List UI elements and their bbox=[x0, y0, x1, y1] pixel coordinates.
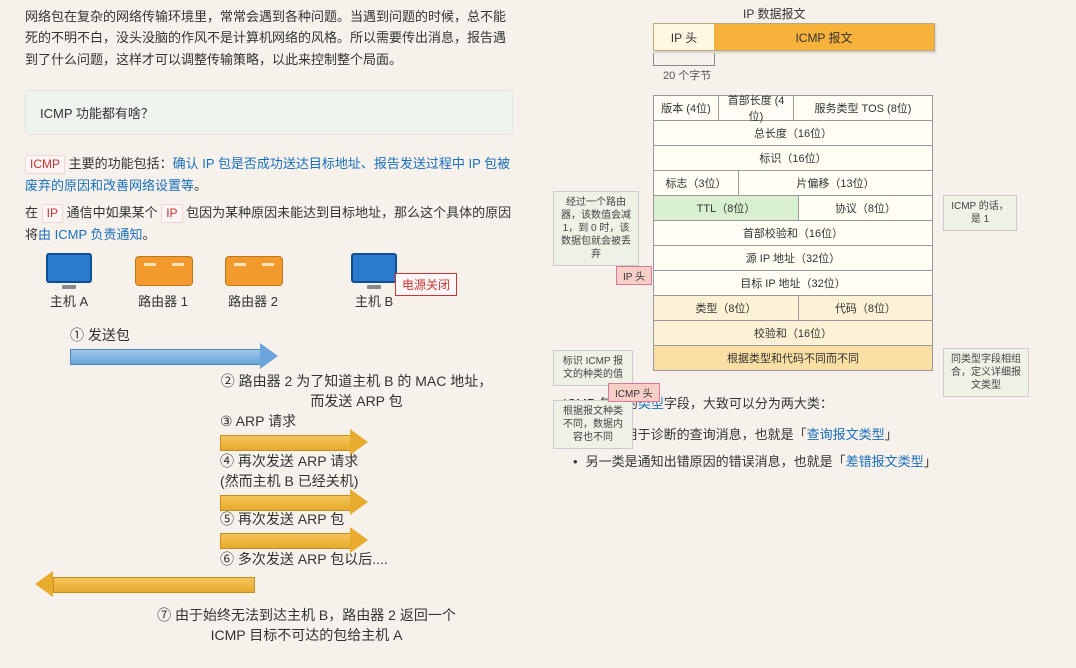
router-1-node: 路由器 1 bbox=[135, 253, 191, 310]
field-frag-offset: 片偏移（13位） bbox=[739, 171, 932, 195]
router-icon bbox=[225, 253, 281, 287]
host-a-node: 主机 A bbox=[45, 253, 93, 310]
callout-icmp-functions: ICMP 功能都有啥？ bbox=[25, 90, 513, 135]
host-b-node: 主机 B bbox=[350, 253, 398, 310]
computer-icon bbox=[350, 253, 398, 287]
power-off-tag: 电源关闭 bbox=[395, 273, 457, 296]
icmp-function-paragraph: ICMP 主要的功能包括：确认 IP 包是否成功送达目标地址、报告发送过程中 I… bbox=[25, 153, 513, 196]
brace-label: 20 个字节 bbox=[663, 67, 711, 83]
step-3-label: ③ ARP 请求 bbox=[220, 411, 513, 431]
icmp-notify-highlight: 由 ICMP 负责通知 bbox=[38, 227, 143, 242]
step-5-label: ⑤ 再次发送 ARP 包 bbox=[220, 509, 513, 529]
field-icmp-type: 类型（8位） bbox=[654, 296, 799, 320]
router-2-node: 路由器 2 bbox=[225, 253, 281, 310]
step-2-label: ② 路由器 2 为了知道主机 B 的 MAC 地址，而发送 ARP 包 bbox=[200, 371, 513, 411]
field-ttl: TTL（8位） bbox=[654, 196, 799, 220]
arrow-step3 bbox=[70, 431, 513, 453]
list-item: 一类是用于诊断的查询消息，也就是「查询报文类型」 bbox=[573, 424, 1051, 443]
step-1-label: ① 发送包 bbox=[70, 325, 513, 345]
field-icmp-checksum: 校验和（16位） bbox=[654, 321, 932, 345]
step-4-label: ④ 再次发送 ARP 请求(然而主机 B 已经关机) bbox=[220, 451, 513, 491]
icmp-flow-diagram: 主机 A 路由器 1 路由器 2 主机 B 电源关闭 ① 发送包 ② 路由器 2… bbox=[25, 253, 513, 668]
field-ihl: 首部长度 (4位) bbox=[719, 96, 794, 120]
router-icon bbox=[135, 253, 191, 287]
icmp-type-list: 一类是用于诊断的查询消息，也就是「查询报文类型」 另一类是通知出错原因的错误消息… bbox=[573, 424, 1051, 470]
arrow-step5 bbox=[70, 529, 513, 551]
error-type-link[interactable]: 差错报文类型 bbox=[846, 454, 924, 469]
field-flags: 标志（3位） bbox=[654, 171, 739, 195]
step-6-label: ⑥ 多次发送 ARP 包以后.... bbox=[220, 549, 513, 569]
field-dst-ip: 目标 IP 地址（32位） bbox=[654, 271, 932, 295]
ip-datagram-label: IP 数据报文 bbox=[743, 5, 805, 22]
arrow-step7 bbox=[35, 573, 513, 595]
note-content: 根据报文种类不同，数据内容也不同 bbox=[553, 400, 633, 449]
tag-ip-header: IP 头 bbox=[616, 266, 652, 285]
field-protocol: 协议（8位） bbox=[799, 196, 932, 220]
note-protocol: ICMP 的话，是 1 bbox=[943, 195, 1017, 231]
datagram-bar: IP 头 ICMP 报文 bbox=[653, 23, 935, 51]
field-icmp-code: 代码（8位） bbox=[799, 296, 932, 320]
step-7-label: ⑦ 由于始终无法到达主机 B，路由器 2 返回一个ICMP 目标不可达的包给主机… bbox=[100, 605, 513, 645]
note-type: 标识 ICMP 报文的种类的值 bbox=[553, 350, 633, 386]
note-code: 同类型字段相组合，定义详细报文类型 bbox=[943, 348, 1029, 397]
icmp-notify-paragraph: 在 IP 通信中如果某个 IP 包因为某种原因未能达到目标地址，那么这个具体的原… bbox=[25, 202, 513, 245]
field-tos: 服务类型 TOS (8位) bbox=[794, 96, 932, 120]
icmp-pill: ICMP bbox=[25, 155, 65, 174]
ip-icmp-header-diagram: IP 数据报文 IP 头 ICMP 报文 20 个字节 经过一个路由器，该数值会… bbox=[563, 5, 1051, 371]
bar-icmp-body: ICMP 报文 bbox=[714, 24, 934, 50]
brace-20bytes bbox=[653, 53, 715, 66]
ip-pill: IP bbox=[42, 204, 63, 223]
field-total-length: 总长度（16位） bbox=[654, 121, 932, 145]
note-ttl: 经过一个路由器，该数值会减 1，到 0 时，该数据包就会被丢弃 bbox=[553, 191, 639, 266]
tag-icmp-header: ICMP 头 bbox=[608, 383, 660, 402]
field-src-ip: 源 IP 地址（32位） bbox=[654, 246, 932, 270]
arrow-step1 bbox=[70, 345, 513, 367]
list-item: 另一类是通知出错原因的错误消息，也就是「差错报文类型」 bbox=[573, 451, 1051, 470]
header-fields-table: 版本 (4位)首部长度 (4位)服务类型 TOS (8位) 总长度（16位） 标… bbox=[653, 95, 933, 371]
computer-icon bbox=[45, 253, 93, 287]
bar-ip-header: IP 头 bbox=[654, 24, 714, 50]
field-version: 版本 (4位) bbox=[654, 96, 719, 120]
ip-pill-2: IP bbox=[161, 204, 182, 223]
field-header-checksum: 首部校验和（16位） bbox=[654, 221, 932, 245]
field-identification: 标识（16位） bbox=[654, 146, 932, 170]
intro-paragraph: 网络包在复杂的网络传输环境里，常常会遇到各种问题。当遇到问题的时候，总不能死的不… bbox=[25, 6, 513, 70]
query-type-link[interactable]: 查询报文类型 bbox=[807, 427, 885, 442]
field-icmp-data: 根据类型和代码不同而不同 bbox=[654, 346, 932, 370]
